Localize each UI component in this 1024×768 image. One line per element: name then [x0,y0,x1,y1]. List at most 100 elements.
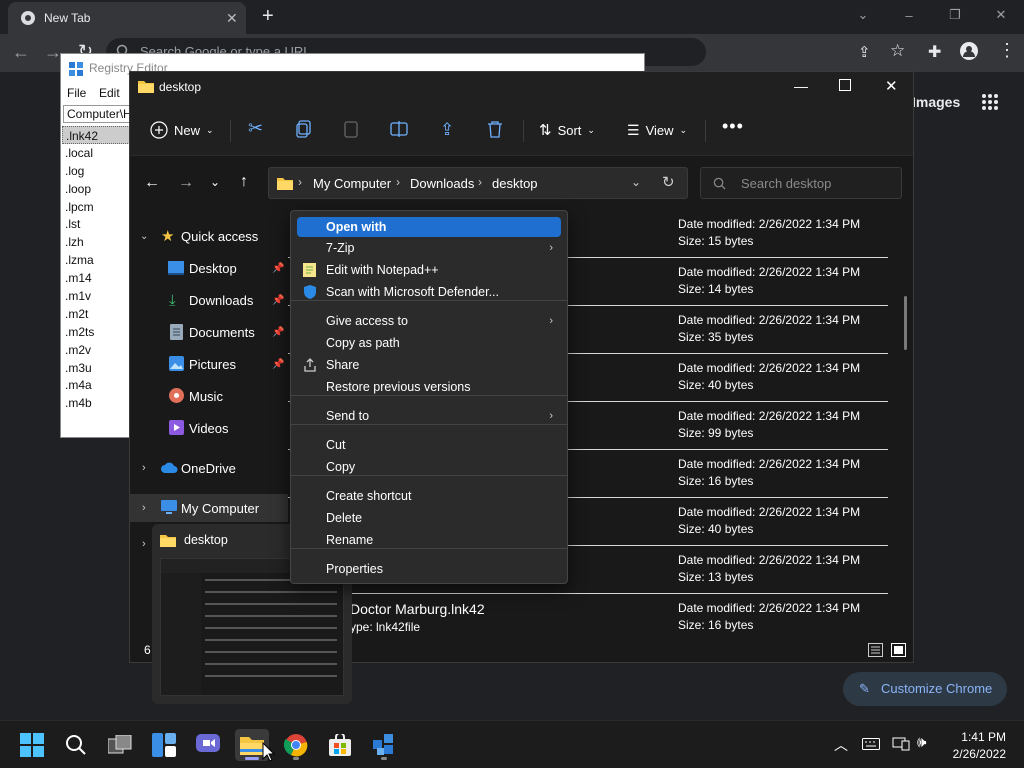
forward-arrow-icon[interactable]: → [178,174,194,192]
new-button[interactable]: New ⌄ [150,118,214,142]
close-icon[interactable]: ✕ [978,0,1024,30]
regedit-key-item[interactable]: .m14 [62,269,130,287]
menu-item-create-shortcut[interactable]: Create shortcut [297,486,561,506]
menu-item-copy[interactable]: Copy [297,457,561,477]
refresh-icon[interactable]: ↻ [662,173,675,191]
volume-icon[interactable]: 🕪 [917,734,926,751]
taskbar-search-button[interactable] [59,729,93,761]
keyboard-icon[interactable] [862,738,880,750]
regedit-key-item[interactable]: .lzma [62,251,130,269]
regedit-key-item[interactable]: .lnk42 [62,126,130,144]
task-view-button[interactable] [103,729,137,761]
cut-icon[interactable]: ✂ [248,118,263,139]
menu-item-give-access-to[interactable]: Give access to › [297,311,561,331]
nav-videos[interactable]: Videos [130,414,288,442]
nav-downloads[interactable]: ⤓ Downloads 📌 [130,286,288,314]
restore-icon[interactable]: ❐ [932,0,978,30]
menu-item-cut[interactable]: Cut [297,435,561,455]
regedit-key-item[interactable]: .m4a [62,376,130,394]
nav-documents[interactable]: Documents 📌 [130,318,288,346]
regedit-taskbar-button[interactable] [367,729,401,761]
regedit-menu-edit[interactable]: Edit [99,86,120,100]
bookmark-star-icon[interactable]: ☆ [890,41,905,61]
delete-icon[interactable] [487,120,503,138]
regedit-key-item[interactable]: .local [62,144,130,162]
up-arrow-icon[interactable]: ↑ [240,173,248,191]
breadcrumb-my-computer[interactable]: My Computer [313,176,391,191]
explorer-maximize-icon[interactable] [839,79,851,91]
nav-my-computer[interactable]: › My Computer [130,494,288,522]
menu-item-send-to[interactable]: Send to › [297,406,561,426]
nav-desktop[interactable]: Desktop 📌 [130,254,288,282]
menu-item-7-zip[interactable]: 7-Zip › [297,238,561,258]
share-page-icon[interactable]: ⇪ [858,43,871,61]
back-arrow-icon[interactable]: ← [144,174,160,192]
nav-music[interactable]: Music [130,382,288,410]
menu-item-share[interactable]: Share [297,355,561,375]
regedit-key-item[interactable]: .m2t [62,305,130,323]
apps-grid-icon[interactable] [981,93,999,111]
nav-onedrive[interactable]: › OneDrive [130,454,288,482]
address-history-icon[interactable]: ⌄ [631,175,641,189]
clock[interactable]: 1:41 PM 2/26/2022 [953,729,1006,763]
regedit-key-item[interactable]: .log [62,162,130,180]
share-icon[interactable]: ⇪ [440,120,454,140]
network-icon[interactable] [892,737,910,751]
start-button[interactable] [15,729,49,761]
view-button[interactable]: ☰ View ⌄ [627,118,687,142]
regedit-key-item[interactable]: .m3u [62,359,130,377]
regedit-key-item[interactable]: .loop [62,180,130,198]
menu-item-scan-with-defender[interactable]: Scan with Microsoft Defender... [297,282,561,302]
images-link[interactable]: Images [912,94,960,110]
menu-item-delete[interactable]: Delete [297,508,561,528]
breadcrumb-downloads[interactable]: Downloads [410,176,474,191]
chrome-taskbar-button[interactable] [279,729,313,761]
more-options-icon[interactable]: ••• [722,116,744,137]
tab-close-icon[interactable]: ✕ [226,10,238,27]
menu-item-open-with[interactable]: Open with [297,217,561,237]
regedit-key-item[interactable]: .lst [62,215,130,233]
regedit-menu-file[interactable]: File [67,86,86,100]
minimize-icon[interactable]: – [886,0,932,30]
nav-quick-access[interactable]: ⌄ ★ Quick access [130,222,288,250]
nav-pictures[interactable]: Pictures 📌 [130,350,288,378]
menu-item-properties[interactable]: Properties [297,559,561,579]
explorer-close-icon[interactable]: ✕ [885,77,898,95]
address-bar[interactable]: › My Computer › Downloads › desktop ⌄ ↻ [268,167,688,199]
explorer-minimize-icon[interactable]: — [794,78,808,94]
customize-chrome-button[interactable]: ✎ Customize Chrome [843,672,1007,706]
regedit-key-item[interactable]: .m2ts [62,323,130,341]
extensions-icon[interactable]: ✚ [928,42,941,62]
teams-chat-button[interactable] [191,729,225,761]
file-row[interactable]: Doctor Marburg.lnk42 ype: lnk42file Date m… [288,594,888,642]
sort-button[interactable]: ⇅ Sort ⌄ [539,118,595,142]
details-view-icon[interactable] [868,643,883,657]
regedit-key-item[interactable]: .m2v [62,341,130,359]
scrollbar-thumb[interactable] [904,296,907,350]
chrome-tab[interactable]: New Tab ✕ [8,2,246,34]
menu-item-restore-previous-versions[interactable]: Restore previous versions [297,377,561,397]
regedit-key-item[interactable]: .lzh [62,233,130,251]
menu-item-copy-as-path[interactable]: Copy as path [297,333,561,353]
chrome-menu-icon[interactable]: ⋮ [998,40,1016,61]
tab-search-icon[interactable]: ⌄ [840,0,886,30]
regedit-key-item[interactable]: .lpcm [62,198,130,216]
show-hidden-icons-chevron-icon[interactable]: ︿ [834,735,848,755]
paste-icon[interactable] [344,120,358,138]
copy-icon[interactable] [296,120,312,138]
chevron-right-icon[interactable]: › [142,538,146,550]
search-box[interactable]: Search desktop [700,167,902,199]
store-taskbar-button[interactable] [323,729,357,761]
regedit-address-bar[interactable]: Computer\HKEY_CLASSES_ROOT [63,105,133,123]
regedit-key-item[interactable]: .m4b [62,394,130,412]
menu-item-rename[interactable]: Rename [297,530,561,550]
rename-icon[interactable] [390,121,408,137]
profile-avatar-icon[interactable] [960,42,978,60]
recent-locations-icon[interactable]: ⌄ [210,175,220,189]
widgets-button[interactable] [147,729,181,761]
new-tab-icon[interactable]: + [262,5,274,28]
breadcrumb-desktop[interactable]: desktop [492,176,538,191]
back-icon[interactable]: ← [12,42,30,63]
menu-item-edit-with-notepad-plus-plus[interactable]: Edit with Notepad++ [297,260,561,280]
regedit-key-item[interactable]: .m1v [62,287,130,305]
